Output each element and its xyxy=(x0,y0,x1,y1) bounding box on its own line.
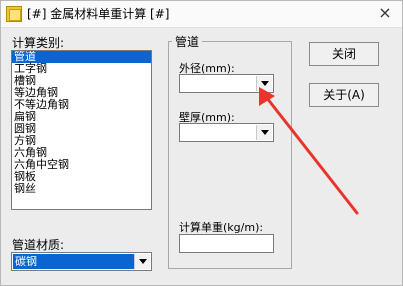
unit-weight-label: 计算单重(kg/m): xyxy=(179,221,264,234)
material-selected-value: 碳钢 xyxy=(13,254,135,269)
close-button[interactable]: 关闭 xyxy=(309,42,379,66)
category-listbox[interactable]: 管道 工字钢 槽钢 等边角钢 不等边角钢 扁钢 圆钢 方钢 六角钢 六角中空钢 钢板 钢丝 xyxy=(11,50,152,210)
wall-thickness-combo[interactable] xyxy=(179,123,274,142)
category-label: 计算类别: xyxy=(12,36,65,50)
unit-weight-field[interactable] xyxy=(179,234,274,253)
chevron-down-icon[interactable] xyxy=(256,125,272,140)
title-bar[interactable]: [#] 金属材料单重计算 [#] × xyxy=(1,1,402,28)
chevron-down-icon[interactable] xyxy=(134,254,150,269)
chevron-down-icon[interactable] xyxy=(256,76,272,91)
groupbox-title: 管道 xyxy=(172,33,203,50)
window-title: [#] 金属材料单重计算 [#] xyxy=(27,7,170,21)
app-icon xyxy=(6,6,22,22)
about-button[interactable]: 关于(A) xyxy=(309,83,379,107)
calculator-window: [#] 金属材料单重计算 [#] × 计算类别: 管道 工字钢 槽钢 等边角钢 不等边角… xyxy=(0,0,403,286)
material-select[interactable]: 碳钢 xyxy=(11,252,152,271)
close-window-icon[interactable]: × xyxy=(376,4,394,22)
material-label: 管道材质: xyxy=(12,238,65,252)
outer-diameter-combo[interactable] xyxy=(179,74,274,93)
category-list-item[interactable]: 钢丝 xyxy=(12,183,151,195)
